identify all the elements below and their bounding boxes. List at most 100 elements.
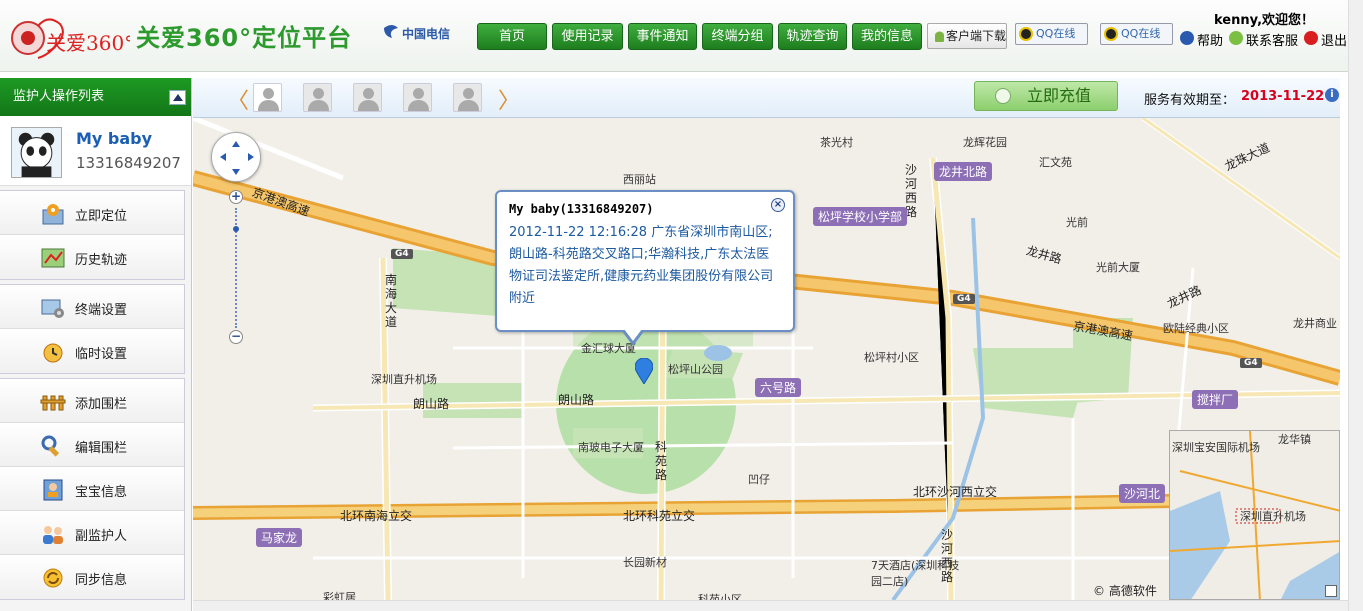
contact-service-link[interactable]: 联系客服 [1229,30,1298,49]
area-label[interactable]: 马家龙 [256,528,303,547]
history-map-icon [41,248,65,268]
locate-icon [42,204,64,225]
pan-up-icon[interactable] [232,137,240,147]
pan-control[interactable] [211,132,261,182]
client-download-button[interactable]: 客户端下载 [927,23,1007,49]
device-settings-icon [41,299,64,318]
area-label[interactable]: 龙井北路 [934,162,993,181]
menu-history-track[interactable]: 历史轨迹 [0,235,184,279]
poi-label[interactable]: 光前 [1066,214,1088,230]
android-icon [935,31,944,42]
nav-my-info[interactable]: 我的信息 [852,23,922,50]
poi-label[interactable]: 南玻电子大厦 [578,439,644,455]
poi-label[interactable]: 光前大厦 [1096,259,1140,275]
poi-label[interactable]: 松坪山公园 [668,361,723,377]
road-label: 朗山路 [558,393,595,407]
vertical-scrollbar[interactable] [1348,0,1363,611]
road-label: 南海大道 [385,273,398,329]
nav-device-groups[interactable]: 终端分组 [702,23,773,50]
device-avatar-empty[interactable] [353,83,382,112]
menu-group-settings: 终端设置 临时设置 [0,284,185,374]
area-label[interactable]: 搅拌厂 [1192,390,1239,409]
info-icon[interactable]: i [1325,88,1339,102]
welcome-text: kenny,欢迎您！ [1214,13,1315,28]
poi-label[interactable]: 龙井商业 [1293,315,1337,331]
collapse-icon[interactable] [169,90,186,105]
baby-info-icon [43,479,63,501]
road-label: 北环科苑立交 [623,509,696,523]
device-card[interactable]: My baby 13316849207 [0,116,191,186]
road-label: 朗山路 [413,397,450,411]
menu-label: 立即定位 [75,209,128,224]
area-label[interactable]: 六号路 [755,378,802,397]
poi-label[interactable]: 松坪村小区 [864,349,919,365]
menu-label: 临时设置 [75,347,128,362]
help-link[interactable]: 帮助 [1180,30,1223,49]
poi-label[interactable]: 茶光村 [820,134,853,150]
qq-online-button-2[interactable]: QQ在线 [1100,23,1173,45]
popup-address: 2012-11-22 12:16:28 广东省深圳市南山区;朗山路-科苑路交叉路… [509,225,774,306]
nav-event-notice[interactable]: 事件通知 [628,23,697,50]
menu-group-fence: 添加围栏 编辑围栏 宝宝信息 副监护人 同步信息 [0,378,185,600]
poi-label[interactable]: 彩虹居 [323,589,356,600]
logout-link[interactable]: 退出 [1304,30,1347,49]
logout-label: 退出 [1321,34,1348,49]
menu-edit-fence[interactable]: 编辑围栏 [0,423,184,467]
prev-arrow-icon[interactable]: 〈 [227,83,249,115]
device-avatar-empty[interactable] [453,83,482,112]
pan-right-icon[interactable] [248,153,258,161]
device-avatar-empty[interactable] [403,83,432,112]
device-avatar-empty[interactable] [303,83,332,112]
overview-map[interactable]: 深圳宝安国际机场 龙华镇 深圳直升机场 [1169,430,1340,600]
help-label: 帮助 [1197,34,1224,49]
menu-device-settings[interactable]: 终端设置 [0,285,184,329]
qq-icon [1104,27,1118,41]
qq-online-button-1[interactable]: QQ在线 [1015,23,1088,45]
menu-label: 宝宝信息 [75,485,128,500]
map-copyright: © 高德软件 [1093,584,1157,598]
menu-sync-info[interactable]: 同步信息 [0,555,184,599]
area-label[interactable]: 松坪学校小学部 [813,207,908,226]
site-title: 关爱360°定位平台 [136,24,353,52]
road-label: 北环南海立交 [340,509,413,523]
menu-group-locate: 立即定位 历史轨迹 [0,190,185,280]
location-marker-icon[interactable] [635,358,653,384]
next-arrow-icon[interactable]: 〉 [498,83,520,115]
recharge-button[interactable]: 立即充值 [974,81,1118,111]
nav-track-query[interactable]: 轨迹查询 [778,23,847,50]
poi-label[interactable]: 深圳直升机场 [371,371,437,387]
menu-add-fence[interactable]: 添加围栏 [0,379,184,423]
help-icon [1180,31,1194,45]
poi-label[interactable]: 凹仔 [748,471,770,487]
sidebar-header: 监护人操作列表 [0,78,191,116]
menu-baby-info[interactable]: 宝宝信息 [0,467,184,511]
nav-home[interactable]: 首页 [477,23,547,50]
qq-icon [1019,27,1033,41]
logo[interactable]: 关爱360° [8,8,130,62]
zoom-out-button[interactable]: − [229,330,243,344]
pan-down-icon[interactable] [232,169,240,179]
device-toolbar: 〈 〉 立即充值 服务有效期至： 2013-11-22 i [193,78,1340,118]
pan-left-icon[interactable] [216,153,226,161]
poi-label[interactable]: 科苑小区 [698,591,742,600]
zoom-slider-handle[interactable] [233,226,239,232]
nav-usage-records[interactable]: 使用记录 [552,23,623,50]
poi-label[interactable]: 长园新材 [623,554,667,570]
menu-locate-now[interactable]: 立即定位 [0,191,184,235]
device-name[interactable]: My baby [76,129,152,148]
map-view[interactable]: + − 西丽站 茶光村 龙辉花园 汇文苑 光前 光前大厦 松坪村小区 龙井商业 … [193,118,1340,600]
horizontal-scrollbar[interactable] [193,600,1348,611]
menu-temp-settings[interactable]: 临时设置 [0,329,184,373]
close-icon[interactable]: × [771,198,785,212]
device-avatar-active[interactable] [253,83,282,112]
zoom-in-button[interactable]: + [229,190,243,204]
poi-label[interactable]: 汇文苑 [1039,154,1072,170]
telecom-logo-text: 中国电信 [402,26,450,41]
poi-label[interactable]: 欧陆经典小区 [1163,320,1229,336]
overview-toggle-icon[interactable] [1325,585,1337,597]
area-label[interactable]: 沙河北 [1119,484,1166,503]
menu-sub-guardian[interactable]: 副监护人 [0,511,184,555]
poi-label[interactable]: 西丽站 [623,171,656,187]
menu-label: 终端设置 [75,303,128,318]
poi-label[interactable]: 龙辉花园 [963,134,1007,150]
